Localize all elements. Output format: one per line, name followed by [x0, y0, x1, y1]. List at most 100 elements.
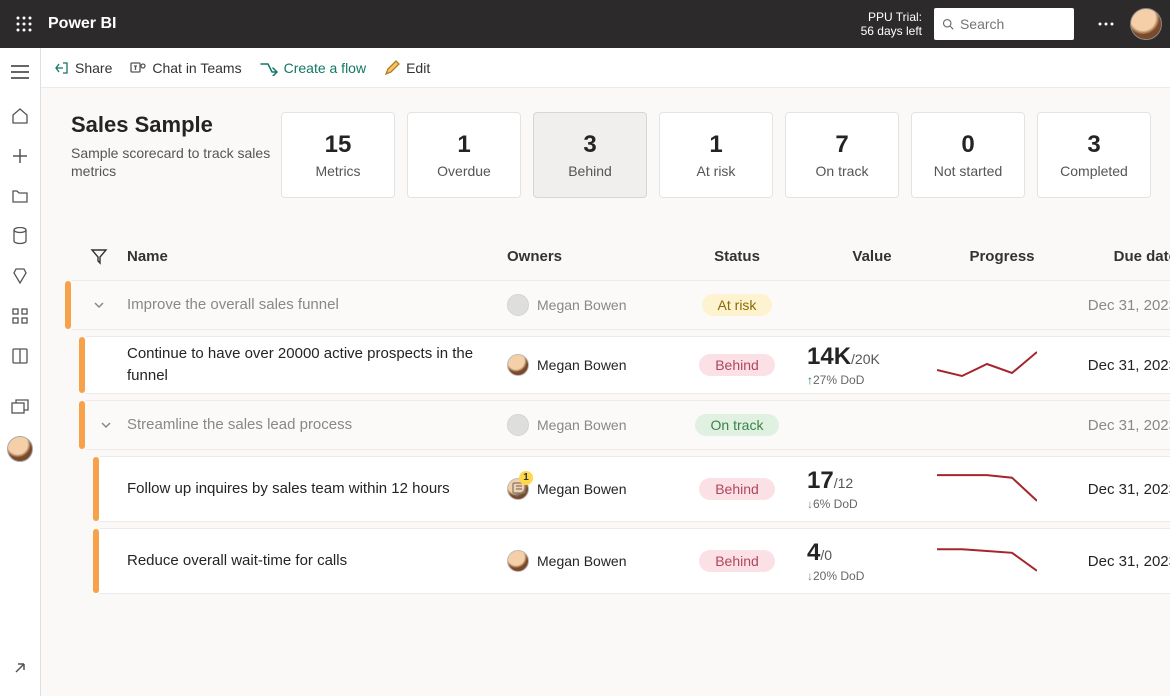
workspace-avatar[interactable]	[7, 436, 33, 462]
metric-row[interactable]: Continue to have over 20000 active prosp…	[85, 336, 1170, 394]
summary-card[interactable]: 0Not started	[911, 112, 1025, 198]
workspaces-icon[interactable]	[0, 388, 40, 428]
user-avatar[interactable]	[1130, 8, 1162, 40]
value-main: 17	[807, 467, 834, 494]
card-label: Not started	[934, 163, 1002, 179]
value-cell: 17/12 6% DoD	[807, 467, 937, 511]
chat-teams-label: Chat in Teams	[152, 60, 241, 76]
search-input[interactable]	[960, 16, 1066, 32]
share-button[interactable]: Share	[53, 60, 112, 76]
status-badge: Behind	[699, 550, 775, 572]
create-flow-label: Create a flow	[284, 60, 366, 76]
metrics-icon[interactable]	[0, 256, 40, 296]
avatar	[507, 294, 529, 316]
home-icon[interactable]	[0, 96, 40, 136]
owner-name: Megan Bowen	[537, 417, 627, 433]
hamburger-icon[interactable]	[0, 52, 40, 92]
value-cell: 4/0 20% DoD	[807, 539, 937, 583]
apps-icon[interactable]	[0, 296, 40, 336]
metric-name: Improve the overall sales funnel	[127, 288, 507, 322]
search-box[interactable]	[934, 8, 1074, 40]
card-label: Behind	[568, 163, 612, 179]
filter-button[interactable]	[71, 247, 127, 265]
global-header: Power BI PPU Trial: 56 days left	[0, 0, 1170, 48]
edit-button[interactable]: Edit	[384, 60, 430, 76]
col-due[interactable]: Due date	[1067, 248, 1170, 265]
owner-name: Megan Bowen	[537, 481, 627, 497]
avatar	[507, 550, 529, 572]
summary-card[interactable]: 1Overdue	[407, 112, 521, 198]
summary-card[interactable]: 1 At risk	[659, 112, 773, 198]
status-color-bar	[79, 337, 85, 393]
metric-row[interactable]: Reduce overall wait-time for calls Megan…	[99, 528, 1170, 594]
avatar	[507, 354, 529, 376]
browse-icon[interactable]	[0, 176, 40, 216]
card-value: 7	[835, 131, 848, 159]
status-badge: Behind	[699, 354, 775, 376]
trial-status[interactable]: PPU Trial: 56 days left	[861, 10, 922, 38]
pencil-icon	[384, 60, 400, 76]
col-owners[interactable]: Owners	[507, 248, 667, 265]
app-launcher-icon[interactable]	[8, 8, 40, 40]
owner-name: Megan Bowen	[537, 553, 627, 569]
create-flow-button[interactable]: Create a flow	[260, 60, 366, 76]
scorecard-content: Sales Sample Sample scorecard to track s…	[41, 88, 1170, 696]
metric-row-parent[interactable]: Streamline the sales lead process Megan …	[85, 400, 1170, 450]
more-icon[interactable]	[1090, 8, 1122, 40]
page-title: Sales Sample	[71, 112, 273, 138]
annotation-count: 1	[519, 471, 533, 485]
metric-row-parent[interactable]: Improve the overall sales funnel Megan B…	[71, 280, 1170, 330]
metric-owner: Megan Bowen	[507, 414, 667, 436]
summary-card[interactable]: 15Metrics	[281, 112, 395, 198]
value-target: /0	[820, 547, 832, 563]
expand-toggle[interactable]	[85, 418, 127, 432]
search-icon	[942, 17, 954, 31]
card-value: 3	[583, 131, 596, 159]
card-label: At risk	[697, 163, 736, 179]
card-label: Completed	[1060, 163, 1128, 179]
value-trend: 27% DoD	[807, 373, 937, 387]
flow-icon	[260, 60, 278, 76]
data-hub-icon[interactable]	[0, 216, 40, 256]
col-name[interactable]: Name	[127, 248, 507, 265]
metric-owner: Megan Bowen	[507, 354, 667, 376]
trial-line1: PPU Trial:	[861, 10, 922, 24]
summary-card[interactable]: 3 Behind	[533, 112, 647, 198]
trial-line2: 56 days left	[861, 24, 922, 38]
col-status[interactable]: Status	[667, 248, 807, 265]
create-icon[interactable]	[0, 136, 40, 176]
sparkline	[937, 468, 1037, 508]
due-date: Dec 31, 2023	[1067, 297, 1170, 314]
col-progress[interactable]: Progress	[937, 248, 1067, 265]
teams-icon	[130, 60, 146, 76]
filter-icon	[90, 247, 108, 265]
app-title: Power BI	[48, 15, 116, 33]
value-target: /20K	[851, 351, 880, 367]
summary-cards: 15Metrics1Overdue 3 Behind 1 At risk 7On trac…	[281, 112, 1151, 198]
value-trend: 6% DoD	[807, 497, 937, 511]
expand-icon[interactable]	[0, 648, 40, 688]
chat-teams-button[interactable]: Chat in Teams	[130, 60, 241, 76]
due-date: Dec 31, 2023	[1067, 417, 1170, 434]
annotation-indicator[interactable]: 1	[511, 481, 527, 497]
metric-row[interactable]: Follow up inquires by sales team within …	[99, 456, 1170, 522]
value-main: 14K	[807, 343, 851, 370]
status-badge: On track	[695, 414, 780, 436]
expand-toggle[interactable]	[71, 298, 127, 312]
owner-name: Megan Bowen	[537, 357, 627, 373]
summary-card[interactable]: 3Completed	[1037, 112, 1151, 198]
learn-icon[interactable]	[0, 336, 40, 376]
card-value: 1	[709, 131, 722, 159]
status-color-bar	[65, 281, 71, 329]
share-label: Share	[75, 60, 112, 76]
col-value[interactable]: Value	[807, 248, 937, 265]
value-target: /12	[834, 475, 853, 491]
share-icon	[53, 60, 69, 76]
edit-label: Edit	[406, 60, 430, 76]
value-cell: 14K/20K 27% DoD	[807, 343, 937, 387]
summary-card[interactable]: 7On track	[785, 112, 899, 198]
table-header: Name Owners Status Value Progress Due da…	[71, 238, 1170, 274]
metric-name: Continue to have over 20000 active prosp…	[127, 337, 507, 393]
card-value: 1	[457, 131, 470, 159]
metric-owner: Megan Bowen	[507, 550, 667, 572]
